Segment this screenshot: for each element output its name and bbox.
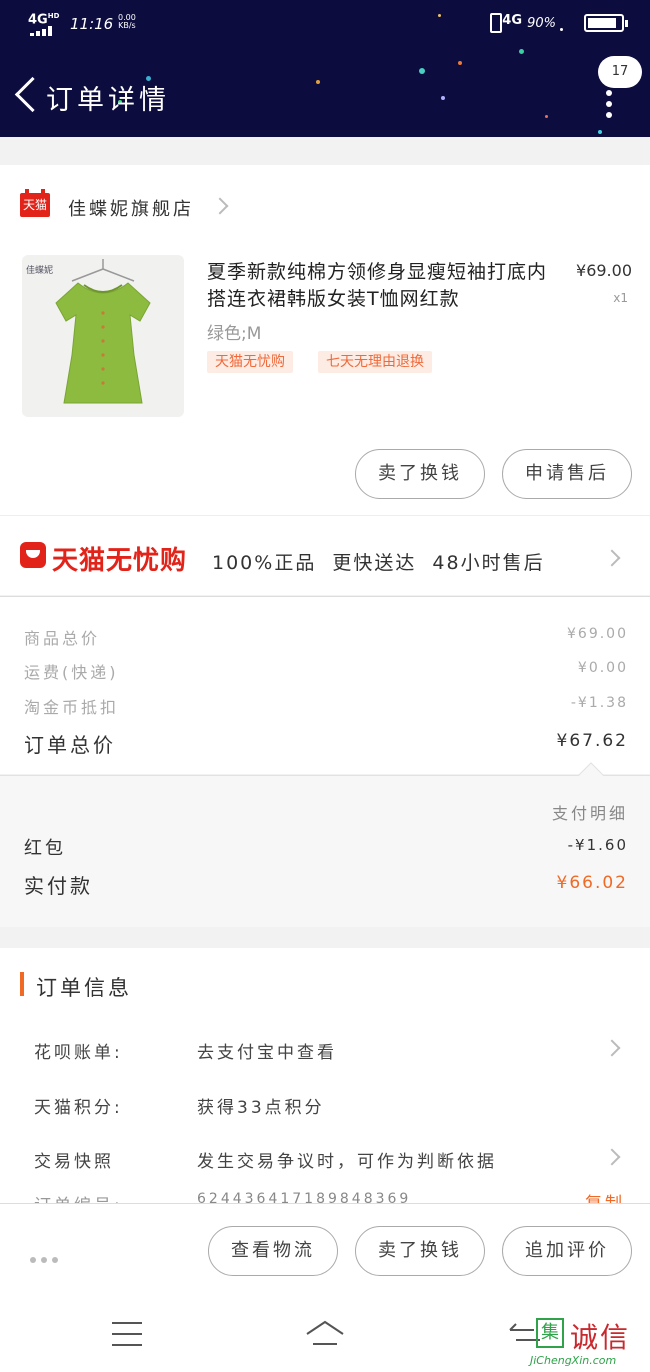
info-value-huabei[interactable]: 去支付宝中查看 <box>197 1038 337 1063</box>
tmall-logo: 天猫 <box>20 189 50 217</box>
system-nav-bar: 集 诚信 JiChengXin.com <box>0 1298 650 1372</box>
assurance-text: 100%正品 更快送达 48小时售后 <box>212 552 545 574</box>
more-icon[interactable] <box>30 1248 63 1267</box>
dress-icon <box>55 259 151 404</box>
star-decoration <box>545 115 548 118</box>
paid-label: 实付款 <box>24 874 93 898</box>
price-summary: 商品总价 ¥69.00 运费(快递) ¥0.00 淘金币抵扣 -¥1.38 订单… <box>0 596 650 774</box>
order-info: 订单信息 花呗账单: 去支付宝中查看 天猫积分: 获得33点积分 交易快照 发生… <box>0 948 650 1216</box>
signal-icon <box>30 26 58 36</box>
clock: 11:16 <box>70 15 114 33</box>
paid-value: ¥66.02 <box>556 873 628 893</box>
notification-badge[interactable]: 17 <box>598 56 642 88</box>
shop-card: 天猫 佳蝶妮旗舰店 佳蝶妮 夏季新款纯棉方领修身显瘦短袖打底内搭连衣裙韩版女装T… <box>0 165 650 515</box>
tag-seven-day-return: 七天无理由退换 <box>318 351 432 373</box>
chevron-right-icon[interactable] <box>603 1039 621 1057</box>
assurance-banner[interactable]: 天猫无忧购 100%正品 更快送达 48小时售后 <box>0 515 650 595</box>
view-logistics-button[interactable]: 查看物流 <box>208 1226 338 1276</box>
watermark-text: 诚信 <box>570 1321 631 1354</box>
watermark-logo: 集 <box>536 1318 564 1348</box>
info-label-huabei: 花呗账单: <box>34 1043 123 1063</box>
battery-icon <box>584 14 628 32</box>
order-total-label: 订单总价 <box>24 733 116 757</box>
menu-icon[interactable] <box>112 1322 142 1346</box>
chevron-right-icon[interactable] <box>211 197 229 215</box>
watermark-url: JiChengXin.com <box>530 1354 617 1367</box>
star-decoration <box>519 49 524 54</box>
payment-detail-label: 支付明细 <box>551 804 628 823</box>
star-decoration <box>419 68 425 74</box>
star-decoration <box>316 80 320 84</box>
star-decoration <box>441 96 445 100</box>
info-label-points: 天猫积分: <box>34 1098 123 1118</box>
tmall-assurance-icon <box>20 542 46 568</box>
section-accent <box>20 972 24 996</box>
order-info-title: 订单信息 <box>36 976 132 1000</box>
info-value-snapshot[interactable]: 发生交易争议时，可作为判断依据 <box>197 1147 497 1172</box>
chevron-right-icon[interactable] <box>603 549 621 567</box>
price-value-coins: -¥1.38 <box>570 695 628 711</box>
status-bar: 4GHD 11:16 0.00 KB/s 4G 90% <box>28 10 632 36</box>
home-icon[interactable] <box>305 1318 345 1348</box>
watermark: 集 诚信 JiChengXin.com <box>530 1316 648 1370</box>
star-decoration <box>598 130 602 134</box>
tag-tmall-assurance: 天猫无忧购 <box>207 351 293 373</box>
page-title: 订单详情 <box>46 85 170 116</box>
bottom-action-bar: 查看物流 卖了换钱 追加评价 <box>0 1203 650 1298</box>
product-title[interactable]: 夏季新款纯棉方领修身显瘦短袖打底内搭连衣裙韩版女装T恤网红款 <box>207 259 562 313</box>
vibrate-icon <box>490 13 502 33</box>
payment-detail: 支付明细 红包 -¥1.60 实付款 ¥66.02 <box>0 762 650 927</box>
order-total-value: ¥67.62 <box>556 731 628 751</box>
resell-button[interactable]: 卖了换钱 <box>355 449 485 499</box>
back-arrow-icon[interactable] <box>12 76 38 112</box>
network-type-right: 4G <box>502 13 522 28</box>
product-image-brand: 佳蝶妮 <box>26 266 54 276</box>
price-label-coins: 淘金币抵扣 <box>24 698 120 717</box>
product-image[interactable]: 佳蝶妮 <box>22 255 184 417</box>
star-decoration <box>458 61 462 65</box>
info-label-snapshot: 交易快照 <box>34 1152 114 1172</box>
redpacket-label: 红包 <box>24 838 66 859</box>
price-value-goods: ¥69.00 <box>567 626 628 642</box>
resell-button[interactable]: 卖了换钱 <box>355 1226 485 1276</box>
price-label-goods: 商品总价 <box>24 629 101 648</box>
more-icon[interactable] <box>606 90 612 123</box>
product-spec: 绿色;M <box>207 324 262 344</box>
assurance-name: 天猫无忧购 <box>52 546 188 576</box>
price-value-shipping: ¥0.00 <box>577 660 628 676</box>
after-sale-button[interactable]: 申请售后 <box>502 449 632 499</box>
add-review-button[interactable]: 追加评价 <box>502 1226 632 1276</box>
product-price: ¥69.00 <box>576 261 632 280</box>
redpacket-value: -¥1.60 <box>567 836 628 854</box>
chevron-right-icon[interactable] <box>603 1148 621 1166</box>
network-speed: 0.00 KB/s <box>118 13 136 30</box>
info-value-points: 获得33点积分 <box>197 1098 325 1118</box>
shop-name[interactable]: 佳蝶妮旗舰店 <box>68 195 194 221</box>
product-quantity: x1 <box>613 291 628 305</box>
header: 4GHD 11:16 0.00 KB/s 4G 90% 订单详情 17 <box>0 0 650 137</box>
battery-percent: 90% <box>527 16 556 31</box>
price-label-shipping: 运费(快递) <box>24 663 119 682</box>
